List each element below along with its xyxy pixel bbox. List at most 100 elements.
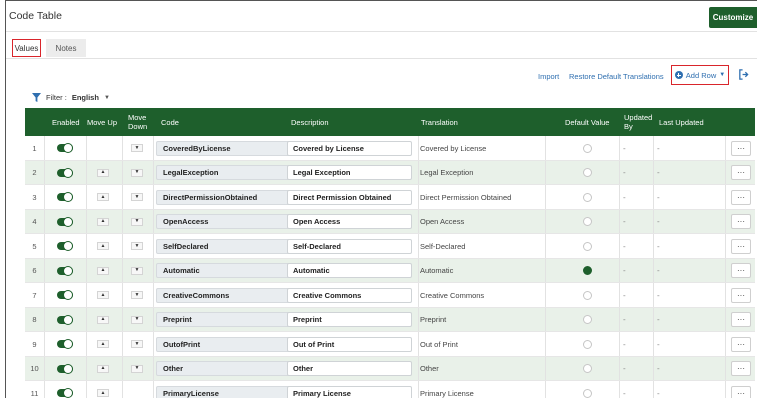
move-down-button[interactable]: ▼ (131, 185, 143, 210)
enabled-toggle[interactable] (57, 161, 73, 186)
enabled-toggle[interactable] (57, 136, 73, 161)
row-actions-button[interactable]: ··· (731, 189, 751, 205)
default-value-radio[interactable] (583, 143, 592, 153)
row-actions-button[interactable]: ··· (731, 140, 751, 156)
default-value-radio[interactable] (583, 266, 592, 276)
last-updated-value: - (657, 388, 660, 398)
description-input[interactable]: Open Access (287, 214, 412, 230)
column-divider (545, 356, 546, 380)
default-value-radio[interactable] (583, 290, 592, 300)
move-down-button[interactable]: ▼ (131, 308, 143, 333)
add-row-button[interactable]: Add Row ▼ (671, 65, 729, 85)
header-updated-by[interactable]: Updated By (624, 108, 652, 136)
column-divider (86, 160, 87, 184)
toggle-on-icon (57, 216, 73, 227)
enabled-toggle[interactable] (57, 357, 73, 382)
move-up-button[interactable]: ▲ (97, 161, 109, 186)
enabled-toggle[interactable] (57, 308, 73, 333)
enabled-toggle[interactable] (57, 381, 73, 398)
move-up-button[interactable]: ▲ (97, 381, 109, 398)
description-input[interactable]: Automatic (287, 263, 412, 279)
enabled-toggle[interactable] (57, 259, 73, 284)
description-input[interactable]: Direct Permission Obtained (287, 189, 412, 205)
column-divider (122, 185, 123, 209)
row-actions-button[interactable]: ··· (731, 263, 751, 279)
header-default-value[interactable]: Default Value (565, 108, 609, 136)
description-input[interactable]: Other (287, 361, 412, 377)
default-value-radio[interactable] (583, 168, 592, 178)
move-up-button[interactable]: ▲ (97, 234, 109, 259)
row-actions-button[interactable]: ··· (731, 214, 751, 230)
default-value-radio[interactable] (583, 339, 592, 349)
table-body: 1 ▼ CoveredByLicense Covered by License Cove… (25, 136, 755, 398)
import-link[interactable]: Import (538, 72, 559, 81)
row-actions-button[interactable]: ··· (731, 336, 751, 352)
move-up-button[interactable]: ▲ (97, 283, 109, 308)
default-value-radio[interactable] (583, 241, 592, 251)
enabled-toggle[interactable] (57, 283, 73, 308)
move-down-button[interactable]: ▼ (131, 136, 143, 161)
tab-notes[interactable]: Notes (46, 39, 86, 57)
enabled-toggle[interactable] (57, 210, 73, 235)
column-divider (545, 332, 546, 356)
row-actions-button[interactable]: ··· (731, 165, 751, 181)
column-divider (545, 160, 546, 184)
column-divider (545, 283, 546, 307)
default-value-radio[interactable] (583, 315, 592, 325)
code-field: CoveredByLicense (156, 140, 300, 156)
header-translation[interactable]: Translation (421, 108, 458, 136)
enabled-toggle[interactable] (57, 234, 73, 259)
description-input[interactable]: Legal Exception (287, 165, 412, 181)
filter-bar[interactable]: Filter : English ▼ (32, 93, 110, 102)
move-up-button[interactable]: ▲ (97, 357, 109, 382)
enabled-toggle[interactable] (57, 332, 73, 357)
default-value-radio[interactable] (583, 364, 592, 374)
column-divider (725, 283, 726, 307)
move-up-button[interactable]: ▲ (97, 185, 109, 210)
column-divider (86, 283, 87, 307)
header-code[interactable]: Code (161, 108, 179, 136)
table-row: 1 ▼ CoveredByLicense Covered by License Cove… (25, 136, 755, 161)
default-value-radio[interactable] (583, 217, 592, 227)
column-divider (44, 307, 45, 331)
table-row: 5 ▲ ▼ SelfDeclared Self-Declared Self-Declare… (25, 234, 755, 259)
column-divider (44, 258, 45, 282)
move-down-button[interactable]: ▼ (131, 161, 143, 186)
description-input[interactable]: Self-Declared (287, 238, 412, 254)
row-actions-button[interactable]: ··· (731, 287, 751, 303)
header-description[interactable]: Description (291, 108, 329, 136)
move-down-button[interactable]: ▼ (131, 259, 143, 284)
move-up-button[interactable]: ▲ (97, 210, 109, 235)
move-down-button[interactable]: ▼ (131, 283, 143, 308)
ellipsis-icon: ··· (737, 266, 745, 276)
enabled-toggle[interactable] (57, 185, 73, 210)
move-up-button[interactable]: ▲ (97, 308, 109, 333)
header-last-updated[interactable]: Last Updated (659, 108, 704, 136)
restore-default-translations-link[interactable]: Restore Default Translations (569, 72, 664, 81)
row-actions-button[interactable]: ··· (731, 238, 751, 254)
move-down-button[interactable]: ▼ (131, 332, 143, 357)
column-divider (725, 381, 726, 398)
customize-button[interactable]: Customize (709, 7, 757, 28)
updated-by-value: - (623, 192, 626, 202)
table-header: Enabled Move Up Move Down Code Descripti… (25, 108, 755, 136)
column-divider (122, 283, 123, 307)
row-actions-button[interactable]: ··· (731, 385, 751, 398)
description-input[interactable]: Preprint (287, 312, 412, 328)
move-down-button[interactable]: ▼ (131, 210, 143, 235)
default-value-radio[interactable] (583, 388, 592, 398)
row-actions-button[interactable]: ··· (731, 361, 751, 377)
description-input[interactable]: Covered by License (287, 140, 412, 156)
chevron-down-icon: ▼ (134, 144, 140, 151)
row-actions-button[interactable]: ··· (731, 312, 751, 328)
description-input[interactable]: Out of Print (287, 336, 412, 352)
move-down-button[interactable]: ▼ (131, 357, 143, 382)
move-down-button[interactable]: ▼ (131, 234, 143, 259)
description-input[interactable]: Primary License (287, 385, 412, 398)
default-value-radio[interactable] (583, 192, 592, 202)
move-up-button[interactable]: ▲ (97, 332, 109, 357)
description-input[interactable]: Creative Commons (287, 287, 412, 303)
tab-values[interactable]: Values (12, 39, 41, 57)
export-icon[interactable] (738, 69, 749, 80)
move-up-button[interactable]: ▲ (97, 259, 109, 284)
